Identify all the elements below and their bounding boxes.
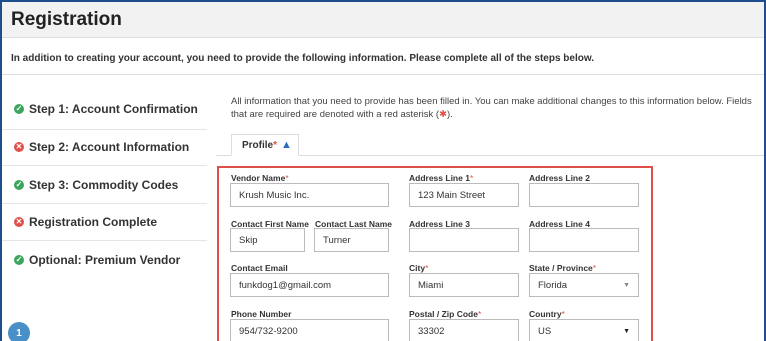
postal-code-label: Postal / Zip Code*	[409, 309, 482, 319]
chevron-down-icon: ▼	[623, 281, 630, 289]
step-divider	[2, 165, 207, 166]
city-label: City*	[409, 263, 429, 273]
intro-text: In addition to creating your account, yo…	[11, 53, 595, 64]
step-divider	[2, 129, 207, 130]
check-circle-icon: ✓	[14, 255, 24, 265]
phone-number-label: Phone Number	[231, 309, 292, 319]
step-label: Step 2: Account Information	[29, 140, 190, 154]
registration-window: Registration In addition to creating you…	[0, 0, 766, 341]
state-province-select[interactable]: Florida ▼	[529, 273, 639, 297]
step-label: Registration Complete	[29, 215, 158, 229]
address-line-1-label: Address Line 1*	[409, 173, 474, 183]
info-text: All information that you need to provide…	[231, 96, 752, 120]
vendor-name-input[interactable]: Krush Music Inc.	[230, 183, 389, 207]
step-label: Optional: Premium Vendor	[29, 253, 181, 267]
tab-profile[interactable]: Profile * ▲	[231, 134, 299, 156]
profile-form-panel: Vendor Name* Krush Music Inc. Address Li…	[217, 166, 653, 341]
x-circle-icon: ✕	[14, 217, 24, 227]
sidebar-step-account-information[interactable]: ✕ Step 2: Account Information	[14, 133, 189, 161]
chevron-down-icon: ▼	[623, 327, 630, 335]
page-header: Registration	[2, 2, 764, 38]
step-divider	[2, 240, 207, 241]
sidebar-step-account-confirmation[interactable]: ✓ Step 1: Account Confirmation	[14, 95, 198, 123]
required-asterisk-icon: ✱	[439, 109, 448, 120]
contact-first-name-input[interactable]: Skip	[230, 228, 305, 252]
address-line-4-input[interactable]	[529, 228, 639, 252]
check-circle-icon: ✓	[14, 104, 24, 114]
address-line-1-input[interactable]: 123 Main Street	[409, 183, 519, 207]
step-label: Step 3: Commodity Codes	[29, 178, 179, 192]
city-input[interactable]: Miami	[409, 273, 519, 297]
notification-badge[interactable]: 1	[8, 322, 30, 341]
contact-email-label: Contact Email	[231, 263, 288, 273]
step-divider	[2, 203, 207, 204]
country-select[interactable]: US ▼	[529, 319, 639, 341]
contact-last-name-input[interactable]: Turner	[314, 228, 389, 252]
phone-number-input[interactable]: 954/732-9200	[230, 319, 389, 341]
check-circle-icon: ✓	[14, 180, 24, 190]
sidebar-step-premium-vendor[interactable]: ✓ Optional: Premium Vendor	[14, 246, 180, 274]
page-title: Registration	[11, 9, 122, 30]
x-circle-icon: ✕	[14, 142, 24, 152]
sidebar-step-commodity-codes[interactable]: ✓ Step 3: Commodity Codes	[14, 171, 178, 199]
step-label: Step 1: Account Confirmation	[29, 102, 198, 116]
country-label: Country*	[529, 309, 565, 319]
address-line-2-label: Address Line 2	[529, 173, 590, 183]
sidebar-step-registration-complete[interactable]: ✕ Registration Complete	[14, 208, 157, 236]
vendor-name-label: Vendor Name*	[231, 173, 289, 183]
address-line-3-input[interactable]	[409, 228, 519, 252]
state-province-label: State / Province*	[529, 263, 597, 273]
divider	[2, 74, 764, 75]
address-line-2-input[interactable]	[529, 183, 639, 207]
contact-email-input[interactable]: funkdog1@gmail.com	[230, 273, 389, 297]
warning-triangle-icon: ▲	[281, 139, 292, 151]
postal-code-input[interactable]: 33302	[409, 319, 519, 341]
